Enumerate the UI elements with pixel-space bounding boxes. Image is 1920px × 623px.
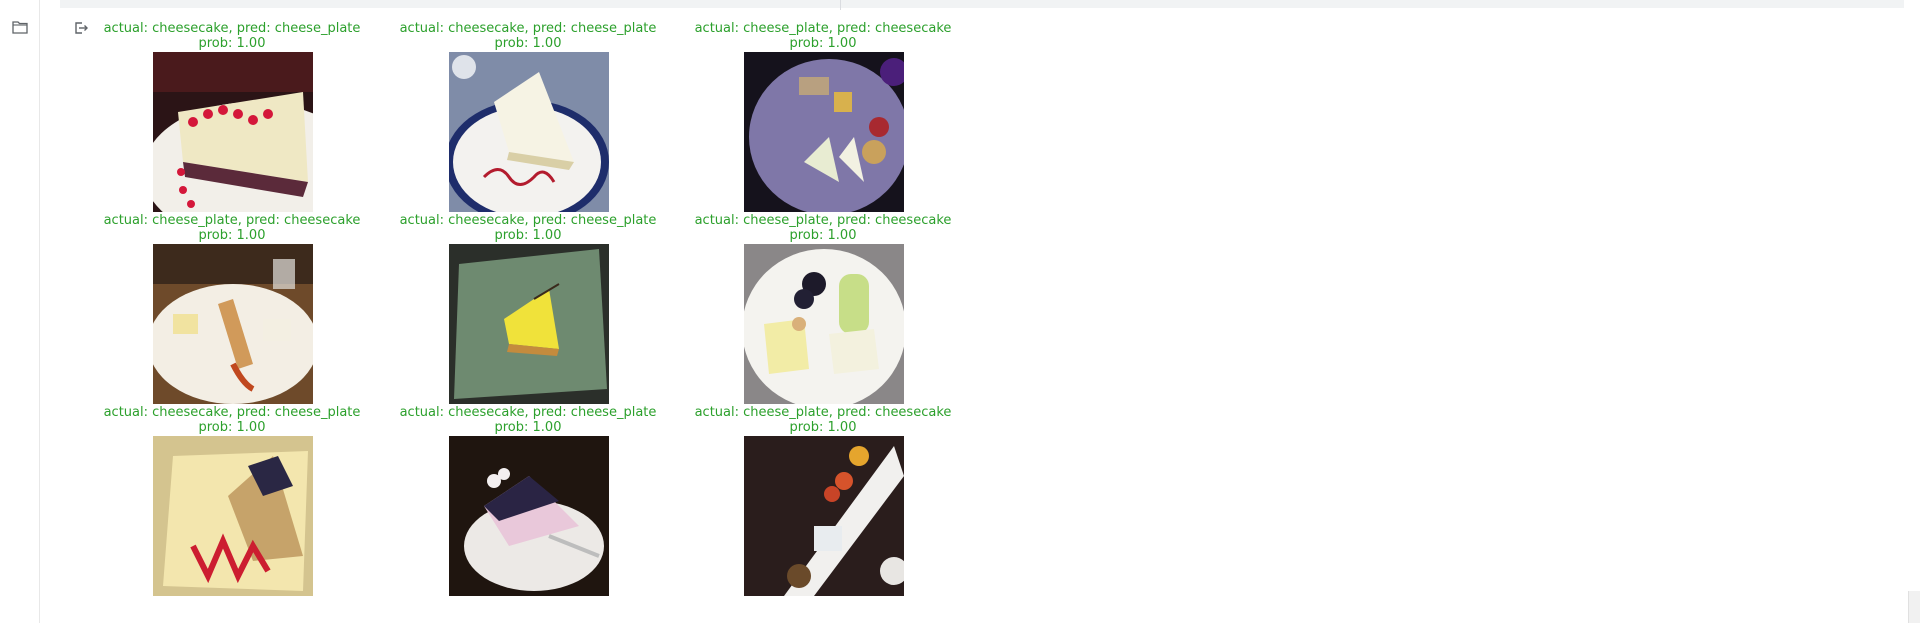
food-image bbox=[153, 52, 313, 212]
actual-pred-label: actual: cheesecake, pred: cheese_plate bbox=[399, 21, 657, 36]
actual-pred-label: actual: cheesecake, pred: cheese_plate bbox=[103, 405, 361, 420]
food-image bbox=[153, 244, 313, 404]
prob-label: prob: 1.00 bbox=[198, 420, 266, 435]
strip-divider bbox=[840, 0, 841, 10]
prob-label: prob: 1.00 bbox=[494, 228, 562, 243]
actual-pred-label: actual: cheese_plate, pred: cheesecake bbox=[694, 213, 952, 228]
prediction-cell: actual: cheesecake, pred: cheese_plate p… bbox=[378, 404, 678, 596]
prob-label: prob: 1.00 bbox=[198, 36, 266, 51]
actual-pred-label: actual: cheesecake, pred: cheese_plate bbox=[399, 213, 657, 228]
prob-label: prob: 1.00 bbox=[789, 228, 857, 243]
prediction-cell: actual: cheese_plate, pred: cheesecake p… bbox=[82, 212, 382, 404]
left-sidebar bbox=[0, 0, 40, 623]
prediction-cell: actual: cheesecake, pred: cheese_plate p… bbox=[82, 20, 382, 212]
food-image bbox=[744, 52, 904, 212]
prediction-cell: actual: cheese_plate, pred: cheesecake p… bbox=[673, 212, 973, 404]
actual-pred-label: actual: cheese_plate, pred: cheesecake bbox=[694, 21, 952, 36]
actual-pred-label: actual: cheese_plate, pred: cheesecake bbox=[103, 213, 361, 228]
actual-pred-label: actual: cheesecake, pred: cheese_plate bbox=[399, 405, 657, 420]
prob-label: prob: 1.00 bbox=[494, 420, 562, 435]
scrollbar[interactable] bbox=[1908, 591, 1920, 623]
food-image bbox=[744, 436, 904, 596]
prediction-cell: actual: cheesecake, pred: cheese_plate p… bbox=[378, 20, 678, 212]
prob-label: prob: 1.00 bbox=[789, 36, 857, 51]
folder-icon[interactable] bbox=[12, 20, 28, 34]
prediction-cell: actual: cheesecake, pred: cheese_plate p… bbox=[378, 212, 678, 404]
prediction-cell: actual: cheese_plate, pred: cheesecake p… bbox=[673, 404, 973, 596]
actual-pred-label: actual: cheesecake, pred: cheese_plate bbox=[103, 21, 361, 36]
previous-cell-strip bbox=[60, 0, 1904, 10]
actual-pred-label: actual: cheese_plate, pred: cheesecake bbox=[694, 405, 952, 420]
prediction-cell: actual: cheese_plate, pred: cheesecake p… bbox=[673, 20, 973, 212]
food-image bbox=[449, 52, 609, 212]
prob-label: prob: 1.00 bbox=[789, 420, 857, 435]
food-image bbox=[744, 244, 904, 404]
food-image bbox=[153, 436, 313, 596]
food-image bbox=[449, 436, 609, 596]
prob-label: prob: 1.00 bbox=[494, 36, 562, 51]
prediction-cell: actual: cheesecake, pred: cheese_plate p… bbox=[82, 404, 382, 596]
prob-label: prob: 1.00 bbox=[198, 228, 266, 243]
food-image bbox=[449, 244, 609, 404]
